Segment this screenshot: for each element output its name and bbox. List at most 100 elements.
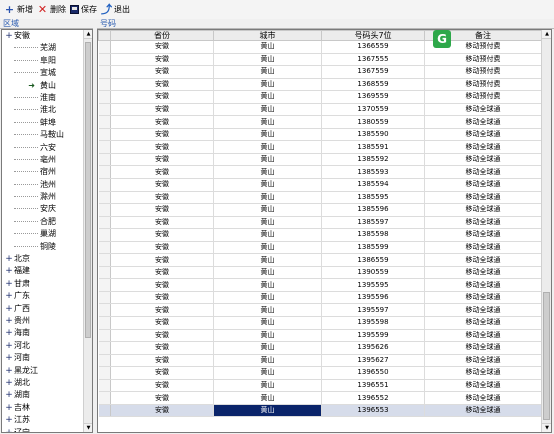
row-indicator[interactable] — [98, 178, 111, 192]
cell-city[interactable]: 黄山 — [213, 266, 322, 280]
cell-remark[interactable]: 移动预付费 — [424, 78, 542, 92]
expand-toggle-icon[interactable]: + — [4, 327, 14, 339]
tree-node-child[interactable]: 马鞍山 — [2, 129, 84, 141]
cell-province[interactable]: 安徽 — [110, 341, 214, 355]
cell-city[interactable]: 黄山 — [213, 165, 322, 179]
cell-province[interactable]: 安徽 — [110, 153, 214, 167]
table-row[interactable]: 安徽 黄山 1396553 移动全球通 — [98, 404, 542, 418]
tree-node-child[interactable]: 铜陵 — [2, 241, 84, 253]
cell-province[interactable]: 安徽 — [110, 303, 214, 318]
cell-city[interactable]: 黄山 — [213, 103, 322, 117]
column-header-city[interactable]: 城市 — [213, 30, 322, 41]
row-indicator[interactable] — [98, 391, 111, 405]
tree-node-child[interactable]: 宿州 — [2, 166, 84, 178]
expand-toggle-icon[interactable]: + — [4, 377, 14, 389]
table-row[interactable]: 安徽 黄山 1385595 移动全球通 — [98, 191, 542, 205]
tree-node-root[interactable]: +安徽 — [2, 30, 84, 42]
cell-remark[interactable]: 移动预付费 — [424, 65, 542, 79]
cell-province[interactable]: 安徽 — [110, 379, 214, 393]
cell-province[interactable]: 安徽 — [110, 354, 214, 368]
cell-remark[interactable]: 移动全球通 — [424, 178, 542, 192]
cell-city[interactable]: 黄山 — [213, 404, 322, 418]
table-row[interactable]: 安徽 黄山 1380559 移动全球通 — [98, 115, 542, 129]
expand-toggle-icon[interactable]: + — [4, 389, 14, 401]
tree-node-child[interactable]: 安庆 — [2, 203, 84, 215]
table-row[interactable]: 安徽 黄山 1368559 移动预付费 — [98, 78, 542, 92]
scroll-down-arrow-icon[interactable]: ▼ — [542, 423, 551, 432]
cell-prefix[interactable]: 1395598 — [321, 316, 425, 330]
cell-prefix[interactable]: 1385596 — [321, 203, 425, 217]
cell-remark[interactable]: 移动全球通 — [424, 165, 542, 179]
cell-city[interactable]: 黄山 — [213, 366, 322, 380]
cell-remark[interactable]: 移动全球通 — [424, 115, 542, 129]
cell-province[interactable]: 安徽 — [110, 228, 214, 242]
tree-node-child[interactable]: 阜阳 — [2, 55, 84, 67]
table-row[interactable]: 安徽 黄山 1385597 移动全球通 — [98, 216, 542, 230]
tree-node-province[interactable]: +湖南 — [2, 389, 84, 401]
cell-city[interactable]: 黄山 — [213, 90, 322, 104]
tree-node-province[interactable]: +辽宁 — [2, 427, 84, 433]
tree-node-child[interactable]: 亳州 — [2, 154, 84, 166]
cell-prefix[interactable]: 1369559 — [321, 90, 425, 104]
cell-remark[interactable]: 移动全球通 — [424, 341, 542, 355]
table-row[interactable]: 安徽 黄山 1395627 移动全球通 — [98, 354, 542, 368]
table-row[interactable]: 安徽 黄山 1390559 移动全球通 — [98, 266, 542, 280]
cell-remark[interactable]: 移动全球通 — [424, 354, 542, 368]
cell-city[interactable]: 黄山 — [213, 354, 322, 368]
cell-province[interactable]: 安徽 — [110, 366, 214, 380]
tree-node-province[interactable]: +江苏 — [2, 414, 84, 426]
row-indicator[interactable] — [98, 379, 111, 393]
tree-node-province[interactable]: +湖北 — [2, 377, 84, 389]
delete-button[interactable]: ✕ 删除 — [36, 2, 69, 18]
tree-node-child[interactable]: 池州 — [2, 179, 84, 191]
table-row[interactable]: 安徽 黄山 1385596 移动全球通 — [98, 203, 542, 217]
cell-prefix[interactable]: 1385597 — [321, 216, 425, 230]
row-indicator[interactable] — [98, 191, 111, 205]
tree-node-child[interactable]: 淮北 — [2, 104, 84, 116]
cell-remark[interactable]: 移动全球通 — [424, 303, 542, 318]
cell-prefix[interactable]: 1368559 — [321, 78, 425, 92]
cell-remark[interactable]: 移动全球通 — [424, 266, 542, 280]
cell-prefix[interactable]: 1385594 — [321, 178, 425, 192]
cell-prefix[interactable]: 1396551 — [321, 379, 425, 393]
table-row[interactable]: 安徽 黄山 1385599 移动全球通 — [98, 241, 542, 255]
cell-province[interactable]: 安徽 — [110, 329, 214, 343]
scroll-up-arrow-icon[interactable]: ▲ — [84, 30, 92, 39]
expand-toggle-icon[interactable]: + — [4, 414, 14, 426]
tree-node-province[interactable]: +北京 — [2, 253, 84, 265]
cell-remark[interactable]: 移动预付费 — [424, 90, 542, 104]
row-indicator[interactable] — [98, 253, 111, 267]
table-row[interactable]: 安徽 黄山 1366559 移动预付费 — [98, 40, 542, 54]
expand-toggle-icon[interactable]: + — [4, 315, 14, 327]
tree-node-child[interactable]: 蚌埠 — [2, 117, 84, 129]
cell-prefix[interactable]: 1385593 — [321, 165, 425, 179]
cell-city[interactable]: 黄山 — [213, 253, 322, 267]
cell-province[interactable]: 安徽 — [110, 78, 214, 92]
cell-city[interactable]: 黄山 — [213, 178, 322, 192]
tree-node-province[interactable]: +广东 — [2, 290, 84, 302]
column-header-prefix[interactable]: 号码头7位 — [321, 30, 425, 41]
tree-node-province[interactable]: +河北 — [2, 340, 84, 352]
table-row[interactable]: 安徽 黄山 1385590 移动全球通 — [98, 128, 542, 142]
number-grid[interactable]: 省份 城市 号码头7位 备注 安徽 黄山 1366559 移动预付费 安徽 黄山 13675… — [97, 29, 552, 433]
table-row[interactable]: 安徽 黄山 1369559 移动预付费 — [98, 90, 542, 104]
cell-province[interactable]: 安徽 — [110, 90, 214, 104]
row-indicator[interactable] — [98, 78, 111, 92]
cell-city[interactable]: 黄山 — [213, 191, 322, 205]
row-indicator[interactable] — [98, 241, 111, 255]
cell-remark[interactable]: 移动全球通 — [424, 404, 542, 418]
cell-prefix[interactable]: 1366559 — [321, 40, 425, 54]
cell-province[interactable]: 安徽 — [110, 203, 214, 217]
table-row[interactable]: 安徽 黄山 1367555 移动预付费 — [98, 53, 542, 67]
tree-node-child[interactable]: 芜湖 — [2, 42, 84, 54]
row-indicator[interactable] — [98, 341, 111, 355]
add-button[interactable]: + 新增 — [3, 2, 36, 18]
table-row[interactable]: 安徽 黄山 1395626 移动全球通 — [98, 341, 542, 355]
cell-prefix[interactable]: 1395595 — [321, 278, 425, 292]
row-indicator[interactable] — [98, 291, 111, 305]
cell-province[interactable]: 安徽 — [110, 316, 214, 330]
cell-remark[interactable]: 移动全球通 — [424, 329, 542, 343]
cell-prefix[interactable]: 1385590 — [321, 128, 425, 142]
cell-city[interactable]: 黄山 — [213, 53, 322, 67]
cell-remark[interactable]: 移动全球通 — [424, 128, 542, 142]
